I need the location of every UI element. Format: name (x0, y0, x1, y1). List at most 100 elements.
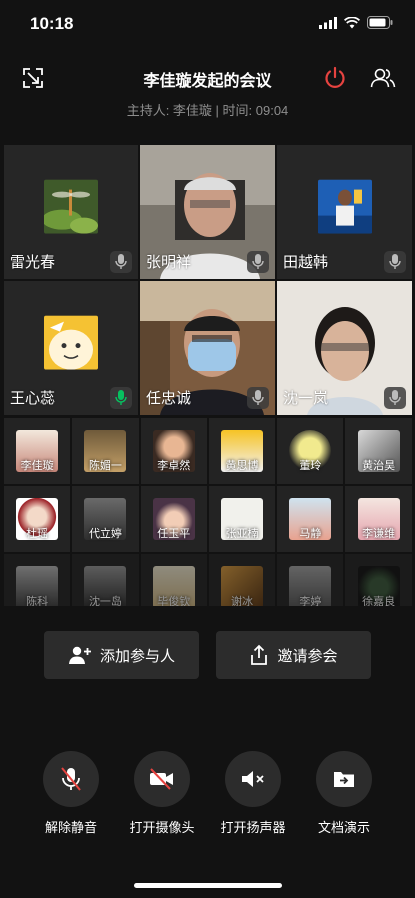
camera-label: 打开摄像头 (129, 820, 195, 835)
mic-icon (252, 390, 264, 405)
participant-thumbnail[interactable]: 沈一岛 (72, 554, 139, 606)
mic-icon (252, 254, 264, 269)
participant-name: 王心蕊 (10, 390, 56, 407)
participant-name: 黄思博 (225, 460, 259, 472)
participant-name: 徐嘉良 (362, 596, 396, 606)
mic-muted-badge (110, 251, 132, 273)
participant-name: 马静 (299, 528, 322, 540)
share-icon (251, 644, 268, 665)
participant-thumbnail[interactable]: 谢冰 (208, 554, 276, 606)
mic-active-icon (115, 390, 127, 405)
participant-thumbnail[interactable]: 代立婷 (72, 486, 139, 552)
participant-thumbnail[interactable]: 张亚楠 (208, 486, 276, 552)
camera-off-icon (150, 768, 173, 790)
participant-thumbnail[interactable]: 董玲 (277, 418, 344, 484)
speaker-button[interactable] (225, 751, 281, 807)
participant-name: 任玉平 (157, 528, 191, 540)
meeting-info: 主持人: 李佳璇 | 时间: 09:04 (126, 103, 289, 118)
participant-thumbnail[interactable]: 毕俊钦 (140, 554, 207, 606)
speaker-control[interactable]: 打开扬声器 (213, 751, 293, 836)
participant-thumbnail[interactable]: 黄思博 (208, 418, 276, 484)
add-user-icon (68, 646, 91, 664)
meeting-header: 李佳璇发起的会议 主持人: 李佳璇 | 时间: 09:04 (0, 55, 415, 125)
participant-thumbnail[interactable]: 徐嘉良 (345, 554, 412, 606)
participant-video-tile[interactable]: 张明祥 (140, 145, 275, 279)
participant-name: 张亚楠 (225, 528, 259, 540)
participant-name: 张明祥 (146, 254, 192, 271)
avatar (317, 179, 372, 234)
participant-thumbnail-grid: 李佳璇 陈媚一 李卓然 黄思博 董玲 黄治昊 杜瑶 代立婷 任玉平 张亚楠 马静… (4, 418, 412, 606)
participant-name: 沈一岚 (283, 390, 329, 407)
participant-thumbnail[interactable]: 李卓然 (140, 418, 207, 484)
home-indicator[interactable] (134, 883, 282, 888)
mic-muted-badge (384, 251, 406, 273)
participant-name: 李婷 (299, 596, 322, 606)
participant-name: 任忠诚 (146, 390, 192, 407)
participant-name: 李卓然 (157, 460, 191, 472)
participant-name: 李谦维 (362, 528, 396, 540)
mic-muted-badge (384, 387, 406, 409)
avatar (44, 315, 98, 370)
mic-muted-badge (247, 387, 269, 409)
participant-thumbnail[interactable]: 陈媚一 (72, 418, 139, 484)
mic-icon (389, 390, 401, 405)
participant-name: 毕俊钦 (157, 596, 191, 606)
mic-icon (389, 254, 401, 269)
participant-name: 董玲 (299, 460, 322, 472)
end-meeting-button[interactable] (320, 63, 350, 93)
participant-video-tile[interactable]: 沈一岚 (277, 281, 412, 415)
wifi-icon (344, 16, 360, 28)
document-share-control[interactable]: 文档演示 (304, 751, 384, 836)
participant-thumbnail[interactable]: 李婷 (277, 554, 344, 606)
participant-name: 陈媚一 (88, 460, 122, 472)
invite-label: 邀请参会 (277, 647, 338, 665)
mic-icon (115, 254, 127, 269)
participant-thumbnail[interactable]: 马静 (277, 486, 344, 552)
avatar (44, 179, 98, 234)
add-participant-button[interactable]: 添加参与人 (44, 631, 199, 679)
meeting-title: 李佳璇发起的会议 (143, 73, 272, 90)
participant-thumbnail[interactable]: 李谦维 (345, 486, 412, 552)
signal-icon (319, 16, 337, 29)
participant-video-tile[interactable]: 任忠诚 (140, 281, 275, 415)
participant-name: 陈科 (26, 596, 49, 606)
status-icons (319, 16, 393, 29)
participant-tile[interactable]: 田越韩 (277, 145, 412, 279)
document-share-label: 文档演示 (317, 820, 370, 835)
status-time: 10:18 (30, 14, 74, 33)
camera-control[interactable]: 打开摄像头 (122, 751, 202, 836)
main-video-grid: 雷光春 张明祥 田越韩 王心蕊 任忠诚 沈一岚 (4, 145, 412, 415)
participants-button[interactable] (368, 63, 398, 93)
participant-tile[interactable]: 王心蕊 (4, 281, 138, 415)
participant-thumbnail[interactable]: 陈科 (4, 554, 71, 606)
unmute-button[interactable] (43, 751, 99, 807)
participant-name: 代立婷 (88, 528, 122, 540)
participant-name: 沈一岛 (88, 596, 122, 606)
battery-icon (367, 16, 393, 29)
participant-thumbnail[interactable]: 李佳璇 (4, 418, 71, 484)
unmute-control[interactable]: 解除静音 (31, 751, 111, 836)
document-share-button[interactable] (316, 751, 372, 807)
participant-tile[interactable]: 雷光春 (4, 145, 138, 279)
mic-active-badge (110, 387, 132, 409)
participant-name: 杜瑶 (26, 528, 49, 540)
participant-name: 黄治昊 (362, 460, 396, 472)
status-bar: 10:18 (0, 0, 415, 48)
participant-name: 谢冰 (231, 596, 254, 606)
speaker-label: 打开扬声器 (220, 820, 286, 835)
participants-icon (370, 68, 396, 88)
participant-thumbnail[interactable]: 黄治昊 (345, 418, 412, 484)
speaker-off-icon (242, 771, 264, 787)
invite-button[interactable]: 邀请参会 (216, 631, 371, 679)
camera-button[interactable] (134, 751, 190, 807)
participant-name: 雷光春 (10, 254, 56, 271)
mic-muted-badge (247, 251, 269, 273)
power-icon (325, 66, 345, 88)
participant-thumbnail[interactable]: 任玉平 (140, 486, 207, 552)
unmute-label: 解除静音 (44, 820, 97, 835)
participant-thumbnail[interactable]: 杜瑶 (4, 486, 71, 552)
add-participant-label: 添加参与人 (99, 647, 175, 665)
participant-name: 田越韩 (283, 254, 329, 271)
mic-off-icon (61, 767, 81, 791)
document-share-icon (334, 772, 354, 787)
